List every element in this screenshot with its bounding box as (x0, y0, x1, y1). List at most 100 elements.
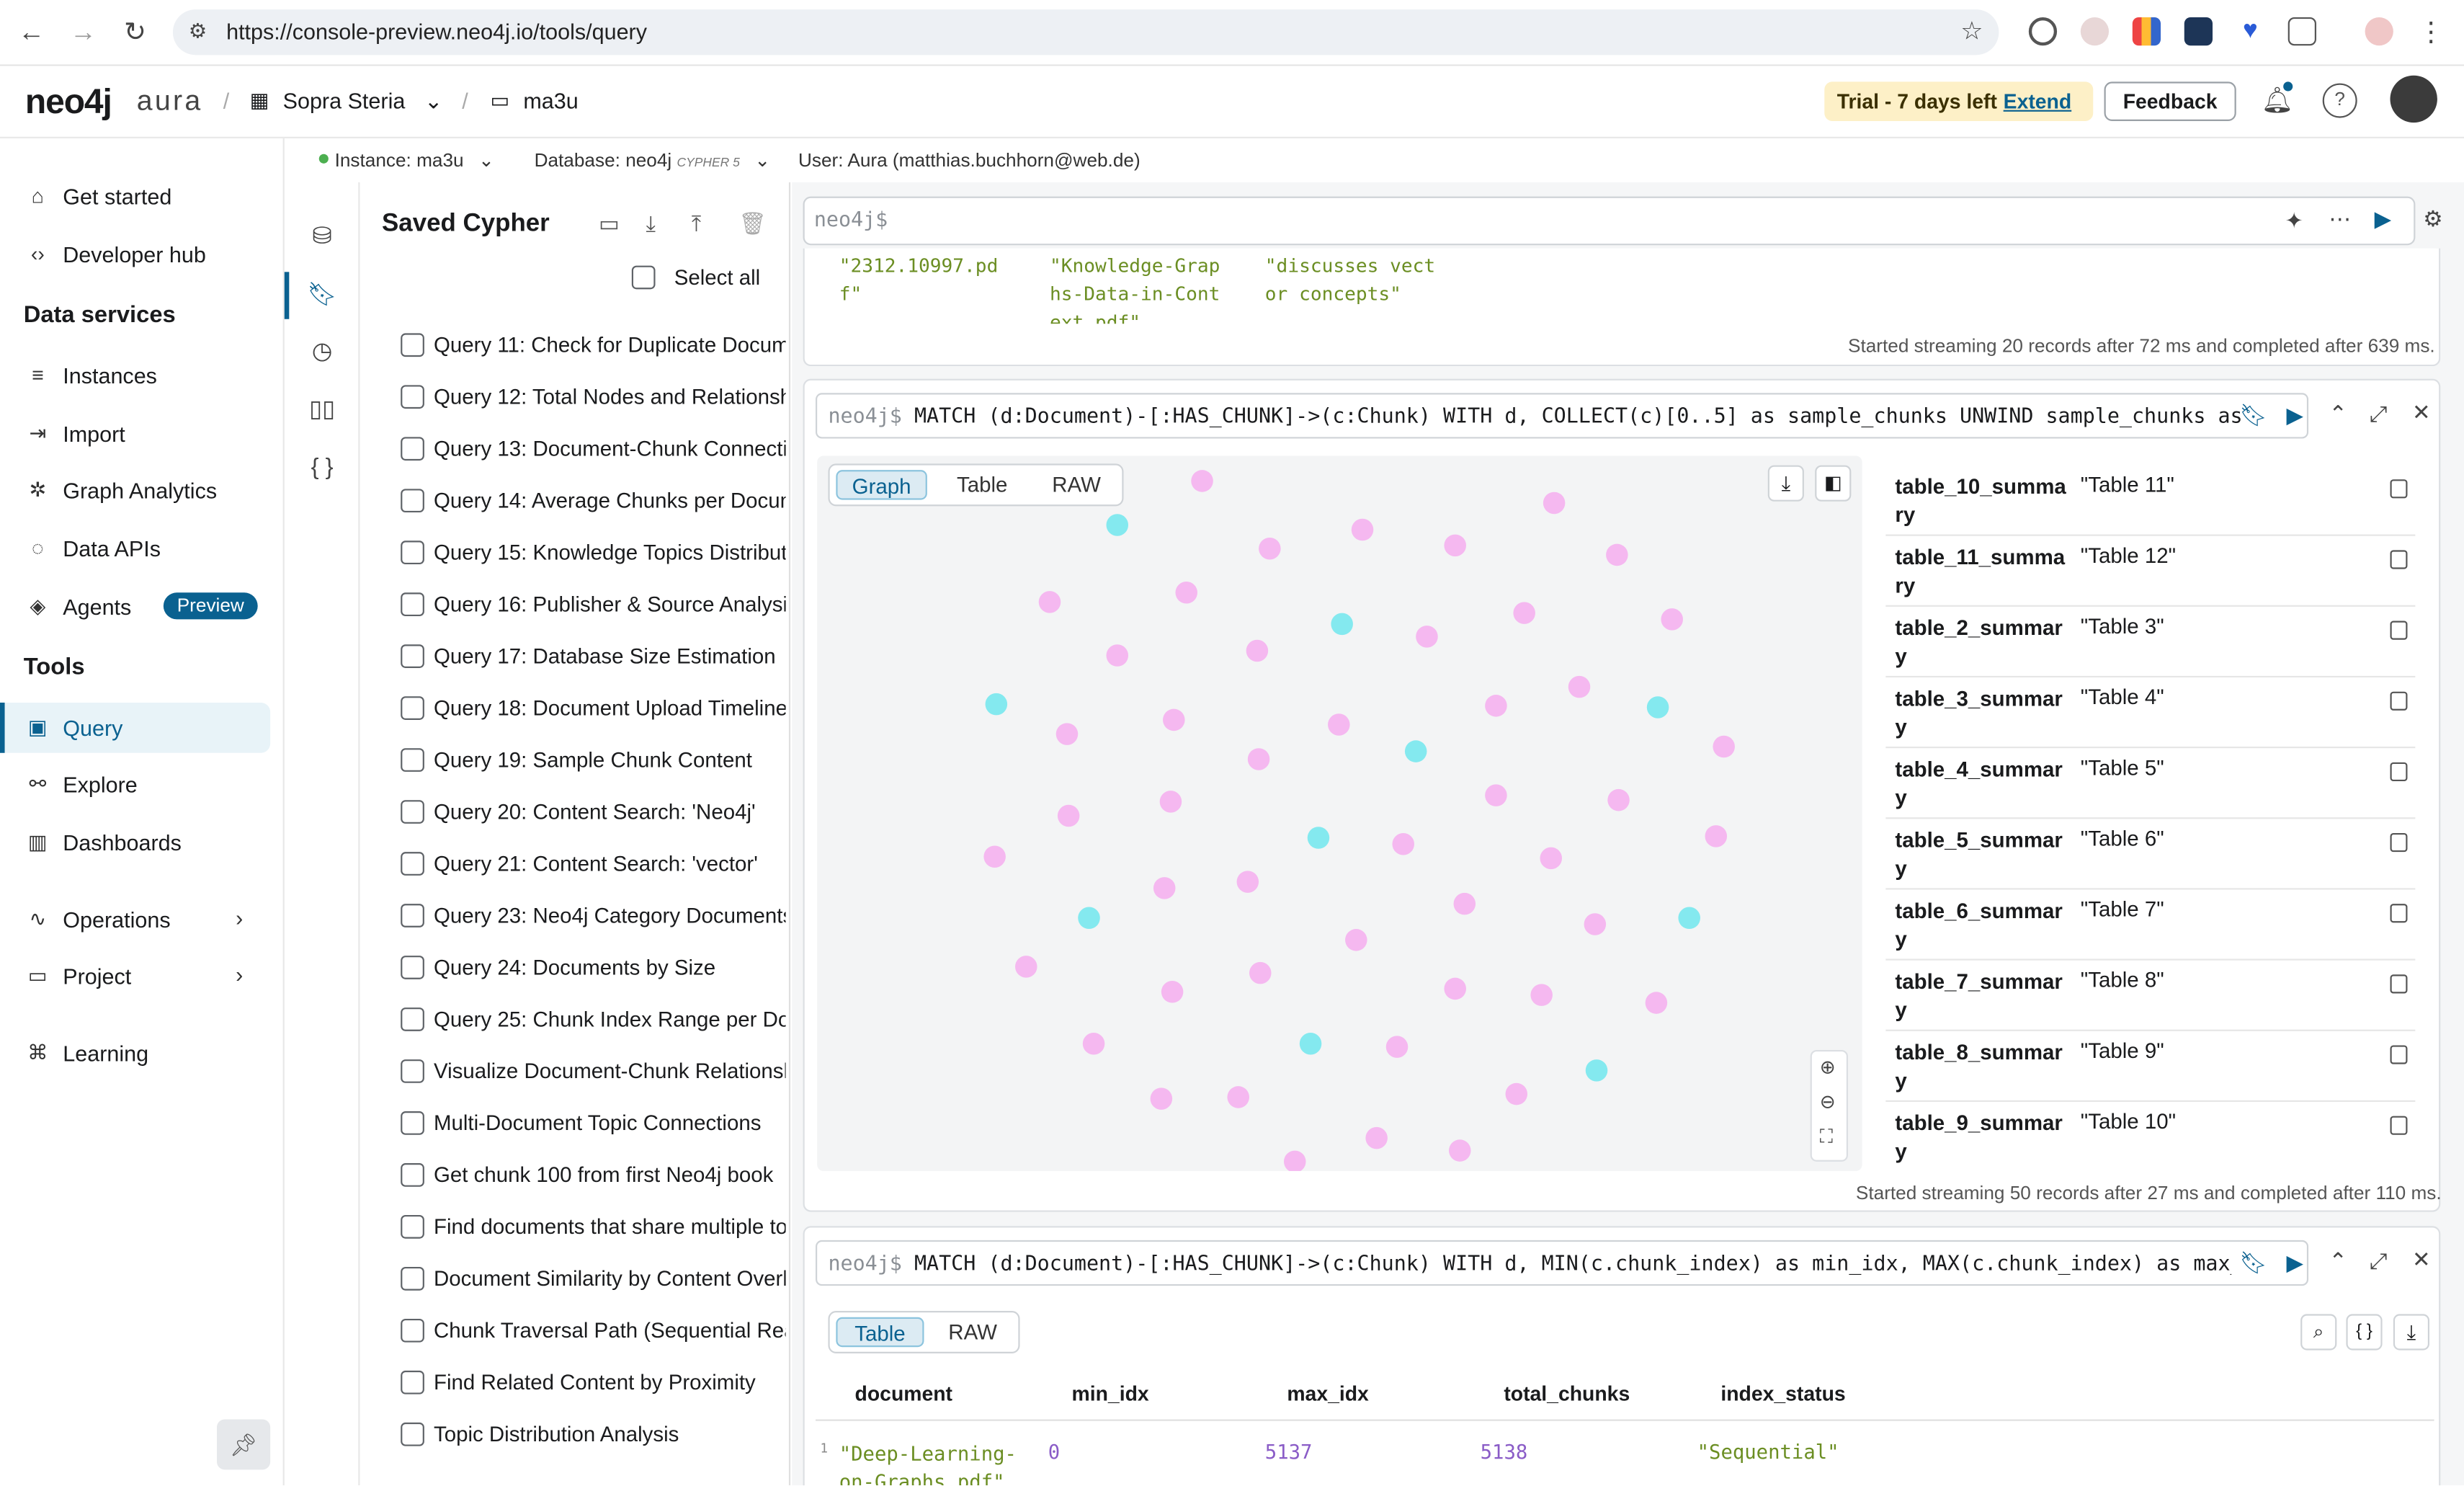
heart-extension-icon[interactable]: ♥ (2236, 17, 2264, 45)
query-checkbox[interactable] (401, 1266, 424, 1291)
document-node[interactable] (1404, 740, 1427, 762)
chunk-node[interactable] (1485, 695, 1507, 717)
nav-operations[interactable]: ∿ Operations › (0, 894, 270, 945)
download-icon[interactable]: ⤓ (1767, 465, 1804, 502)
feedback-button[interactable]: Feedback (2104, 81, 2236, 121)
saved-query-item[interactable]: Query 11: Check for Duplicate Documents (398, 321, 789, 373)
chunk-node[interactable] (1236, 871, 1259, 893)
copy-icon[interactable] (2390, 904, 2408, 923)
copy-icon[interactable] (2390, 974, 2408, 994)
profile-icon[interactable] (2365, 17, 2393, 46)
chunk-node[interactable] (1082, 1032, 1105, 1055)
saved-query-item[interactable]: Query 13: Document-Chunk Connections (398, 424, 789, 476)
copy-icon[interactable] (2390, 762, 2408, 782)
saved-query-item[interactable]: Query 23: Neo4j Category Documents (398, 891, 789, 943)
chunk-node[interactable] (1038, 591, 1061, 613)
saved-query-item[interactable]: Query 16: Publisher & Source Analysis (398, 580, 789, 632)
saved-query-item[interactable]: Visualize Document-Chunk Relationships (398, 1047, 789, 1099)
query-checkbox[interactable] (401, 385, 424, 409)
chunk-node[interactable] (1448, 1139, 1471, 1162)
query-checkbox[interactable] (401, 1163, 424, 1187)
chunk-node[interactable] (1607, 788, 1630, 811)
help-icon[interactable]: ? (2322, 83, 2357, 118)
chunk-node[interactable] (1057, 804, 1080, 827)
nav-instances[interactable]: ≡ Instances (0, 350, 270, 401)
neo4j-logo[interactable]: neo4j (25, 81, 112, 123)
forward-icon[interactable]: → (66, 16, 101, 50)
saved-query-item[interactable]: Query 14: Average Chunks per Document (398, 476, 789, 528)
chunk-node[interactable] (1453, 892, 1476, 915)
expand-icon[interactable]: ⤢ (2370, 401, 2387, 427)
chunk-node[interactable] (1159, 791, 1182, 813)
chunk-node[interactable] (1055, 723, 1079, 745)
chunk-node[interactable] (1530, 984, 1553, 1006)
nav-project[interactable]: ▭ Project › (0, 951, 270, 1002)
chunk-node[interactable] (1227, 1086, 1249, 1108)
pin-icon[interactable]: 📌︎ (216, 1419, 271, 1470)
chunk-node[interactable] (1568, 675, 1591, 698)
upload-icon[interactable]: ⤒ (692, 210, 702, 237)
chunk-node[interactable] (1351, 518, 1374, 541)
trash-icon[interactable]: 🗑︎ (738, 210, 767, 237)
chunk-node[interactable] (1416, 626, 1438, 648)
chunk-node[interactable] (1345, 929, 1367, 951)
chunk-node[interactable] (1150, 1087, 1173, 1110)
json-icon[interactable]: { } (2346, 1314, 2383, 1351)
back-icon[interactable]: ← (14, 16, 49, 50)
chunk-node[interactable] (1540, 847, 1563, 870)
copy-icon[interactable] (2390, 832, 2408, 853)
chunk-node[interactable] (1392, 832, 1415, 855)
chunk-node[interactable] (1365, 1126, 1388, 1149)
chunk-node[interactable] (1328, 713, 1350, 736)
saved-query-item[interactable]: Query 25: Chunk Index Range per Document (398, 995, 789, 1047)
zoom-in-icon[interactable]: ⊕ (1820, 1056, 1836, 1079)
more-options-icon[interactable]: ⋯ (2329, 206, 2351, 233)
tab-graph[interactable]: Graph (836, 470, 927, 500)
query-checkbox[interactable] (401, 904, 424, 927)
project-name[interactable]: ma3u (523, 88, 578, 113)
copy-icon[interactable] (2390, 1116, 2408, 1135)
close-icon[interactable]: ✕ (2412, 399, 2431, 426)
extension-icon[interactable] (2132, 17, 2161, 46)
ai-sparkle-icon[interactable]: ✦ (2285, 208, 2303, 234)
expand-icon[interactable]: ⤢ (2370, 1248, 2387, 1275)
query-checkbox[interactable] (401, 489, 424, 513)
saved-query-item[interactable]: Document Similarity by Content Overlap (398, 1255, 789, 1307)
reload-icon[interactable]: ↻ (118, 16, 153, 50)
document-node[interactable] (1078, 907, 1100, 930)
bookmark-star-icon[interactable]: ☆ (1960, 16, 1983, 48)
search-icon[interactable]: ⌕ (2300, 1314, 2337, 1351)
chunk-node[interactable] (1191, 470, 1213, 492)
chunk-node[interactable] (1246, 639, 1269, 662)
query-checkbox[interactable] (401, 696, 424, 720)
nav-agents[interactable]: ◈ Agents Preview (0, 582, 270, 632)
query-checkbox[interactable] (401, 800, 424, 824)
saved-query-item[interactable]: Chunk Traversal Path (Sequential Reading… (398, 1307, 789, 1358)
column-header-total-chunks[interactable]: total_chunks (1504, 1382, 1630, 1405)
chunk-node[interactable] (1175, 582, 1198, 604)
tab-raw[interactable]: RAW (1034, 470, 1119, 499)
query-line-input[interactable]: neo4j$ MATCH (d:Document)-[:HAS_CHUNK]->… (816, 1240, 2309, 1286)
tab-raw[interactable]: RAW (930, 1317, 1015, 1347)
document-node[interactable] (1585, 1059, 1608, 1082)
document-node[interactable] (1106, 514, 1129, 536)
chunk-node[interactable] (1713, 735, 1735, 758)
query-checkbox[interactable] (401, 1007, 424, 1031)
fit-to-screen-icon[interactable]: ⛶ (1820, 1126, 1833, 1149)
saved-query-item[interactable]: Get chunk 100 from first Neo4j book (398, 1151, 789, 1203)
nav-graph-analytics[interactable]: ✲ Graph Analytics (0, 466, 270, 516)
nav-import[interactable]: ⇥ Import (0, 409, 270, 459)
chunk-node[interactable] (1247, 748, 1270, 770)
query-checkbox[interactable] (401, 437, 424, 461)
query-line-input[interactable]: neo4j$ MATCH (d:Document)-[:HAS_CHUNK]->… (816, 393, 2309, 439)
address-bar[interactable]: ⚙ https://console-preview.neo4j.io/tools… (172, 9, 1999, 55)
nav-dashboards[interactable]: ▥ Dashboards (0, 817, 270, 868)
query-checkbox[interactable] (401, 1422, 424, 1446)
chunk-node[interactable] (1485, 784, 1507, 806)
query-checkbox[interactable] (401, 592, 424, 616)
collapse-icon[interactable]: ⌃ (2329, 401, 2347, 427)
chunk-node[interactable] (1385, 1036, 1409, 1058)
book-icon[interactable]: ▯▯ (285, 383, 360, 437)
run-query-icon[interactable]: ▶ (2287, 402, 2304, 429)
chunk-node[interactable] (1705, 825, 1728, 847)
